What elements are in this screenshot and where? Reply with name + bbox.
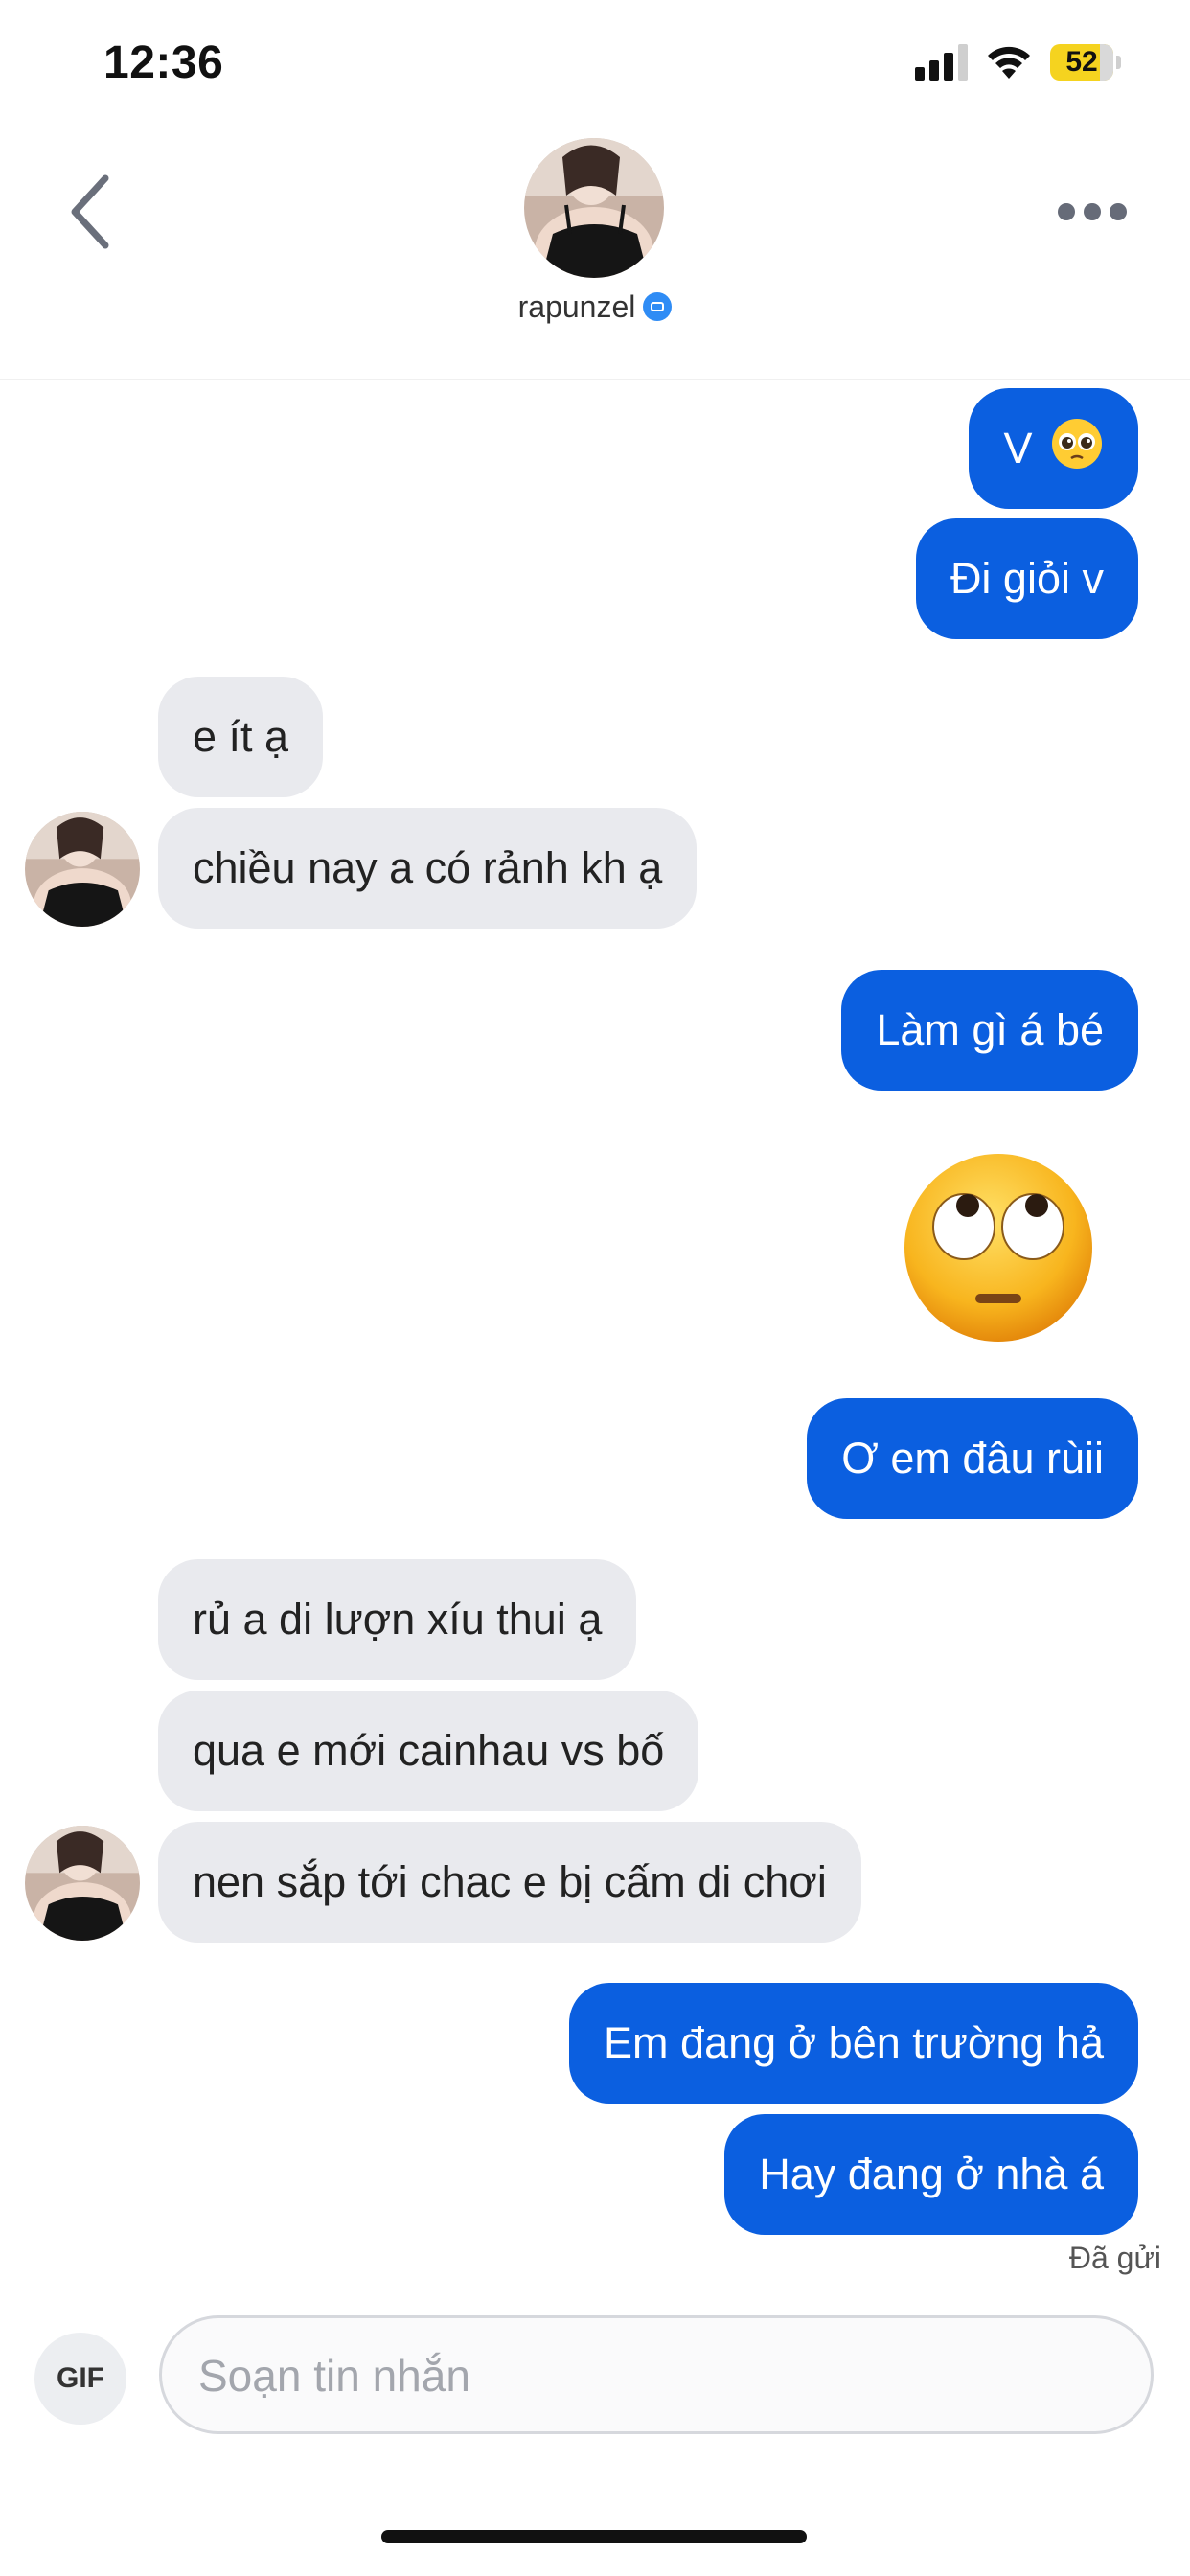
message-bubble-received[interactable]: e ít ạ	[158, 677, 324, 797]
cellular-signal-icon	[915, 44, 969, 80]
message-bubble-sent[interactable]: V	[969, 388, 1138, 509]
contact-avatar-small[interactable]	[25, 1826, 140, 1941]
chevron-left-icon	[71, 174, 109, 249]
verified-badge-icon	[643, 292, 673, 321]
message-bubble-sent[interactable]: Hay đang ở nhà á	[724, 2114, 1138, 2235]
battery-icon: 52	[1050, 44, 1121, 80]
status-bar: 12:36 52	[0, 0, 1190, 125]
message-composer[interactable]	[159, 2315, 1154, 2434]
face-with-rolling-eyes-icon[interactable]	[901, 1150, 1096, 1346]
contact-name-row[interactable]: rapunzel	[0, 289, 1190, 325]
gif-button[interactable]: GIF	[34, 2333, 126, 2425]
conversation-header: rapunzel	[0, 125, 1190, 380]
message-input[interactable]	[196, 2318, 1120, 2433]
message-bubble-received[interactable]: chiều nay a có rảnh kh ạ	[158, 808, 698, 929]
avatar-photo	[25, 812, 140, 927]
message-bubble-sent[interactable]: Em đang ở bên trường hả	[569, 1983, 1138, 2104]
message-bubble-received[interactable]: qua e mới cainhau vs bố	[158, 1690, 699, 1811]
message-bubble-sent[interactable]: Làm gì á bé	[841, 970, 1138, 1091]
battery-level: 52	[1065, 46, 1098, 78]
home-indicator[interactable]	[381, 2530, 807, 2543]
sent-status-label: Đã gửi	[1068, 2241, 1161, 2275]
contact-avatar-small[interactable]	[25, 812, 140, 927]
pleading-face-icon	[1052, 419, 1102, 469]
avatar-photo	[524, 138, 664, 278]
status-time: 12:36	[103, 37, 224, 88]
contact-name: rapunzel	[517, 289, 636, 324]
message-bubble-received[interactable]: rủ a di lượn xíu thui ạ	[158, 1559, 637, 1680]
contact-avatar[interactable]	[524, 138, 664, 278]
more-options-button[interactable]	[1054, 192, 1131, 230]
back-button[interactable]	[57, 169, 125, 255]
wifi-icon	[988, 46, 1030, 79]
message-bubble-sent[interactable]: Đi giỏi v	[915, 518, 1138, 639]
message-bubble-received[interactable]: nen sắp tới chac e bị cấm di chơi	[158, 1822, 861, 1943]
avatar-photo	[25, 1826, 140, 1941]
message-bubble-sent[interactable]: Ơ em đâu rùii	[807, 1398, 1138, 1519]
